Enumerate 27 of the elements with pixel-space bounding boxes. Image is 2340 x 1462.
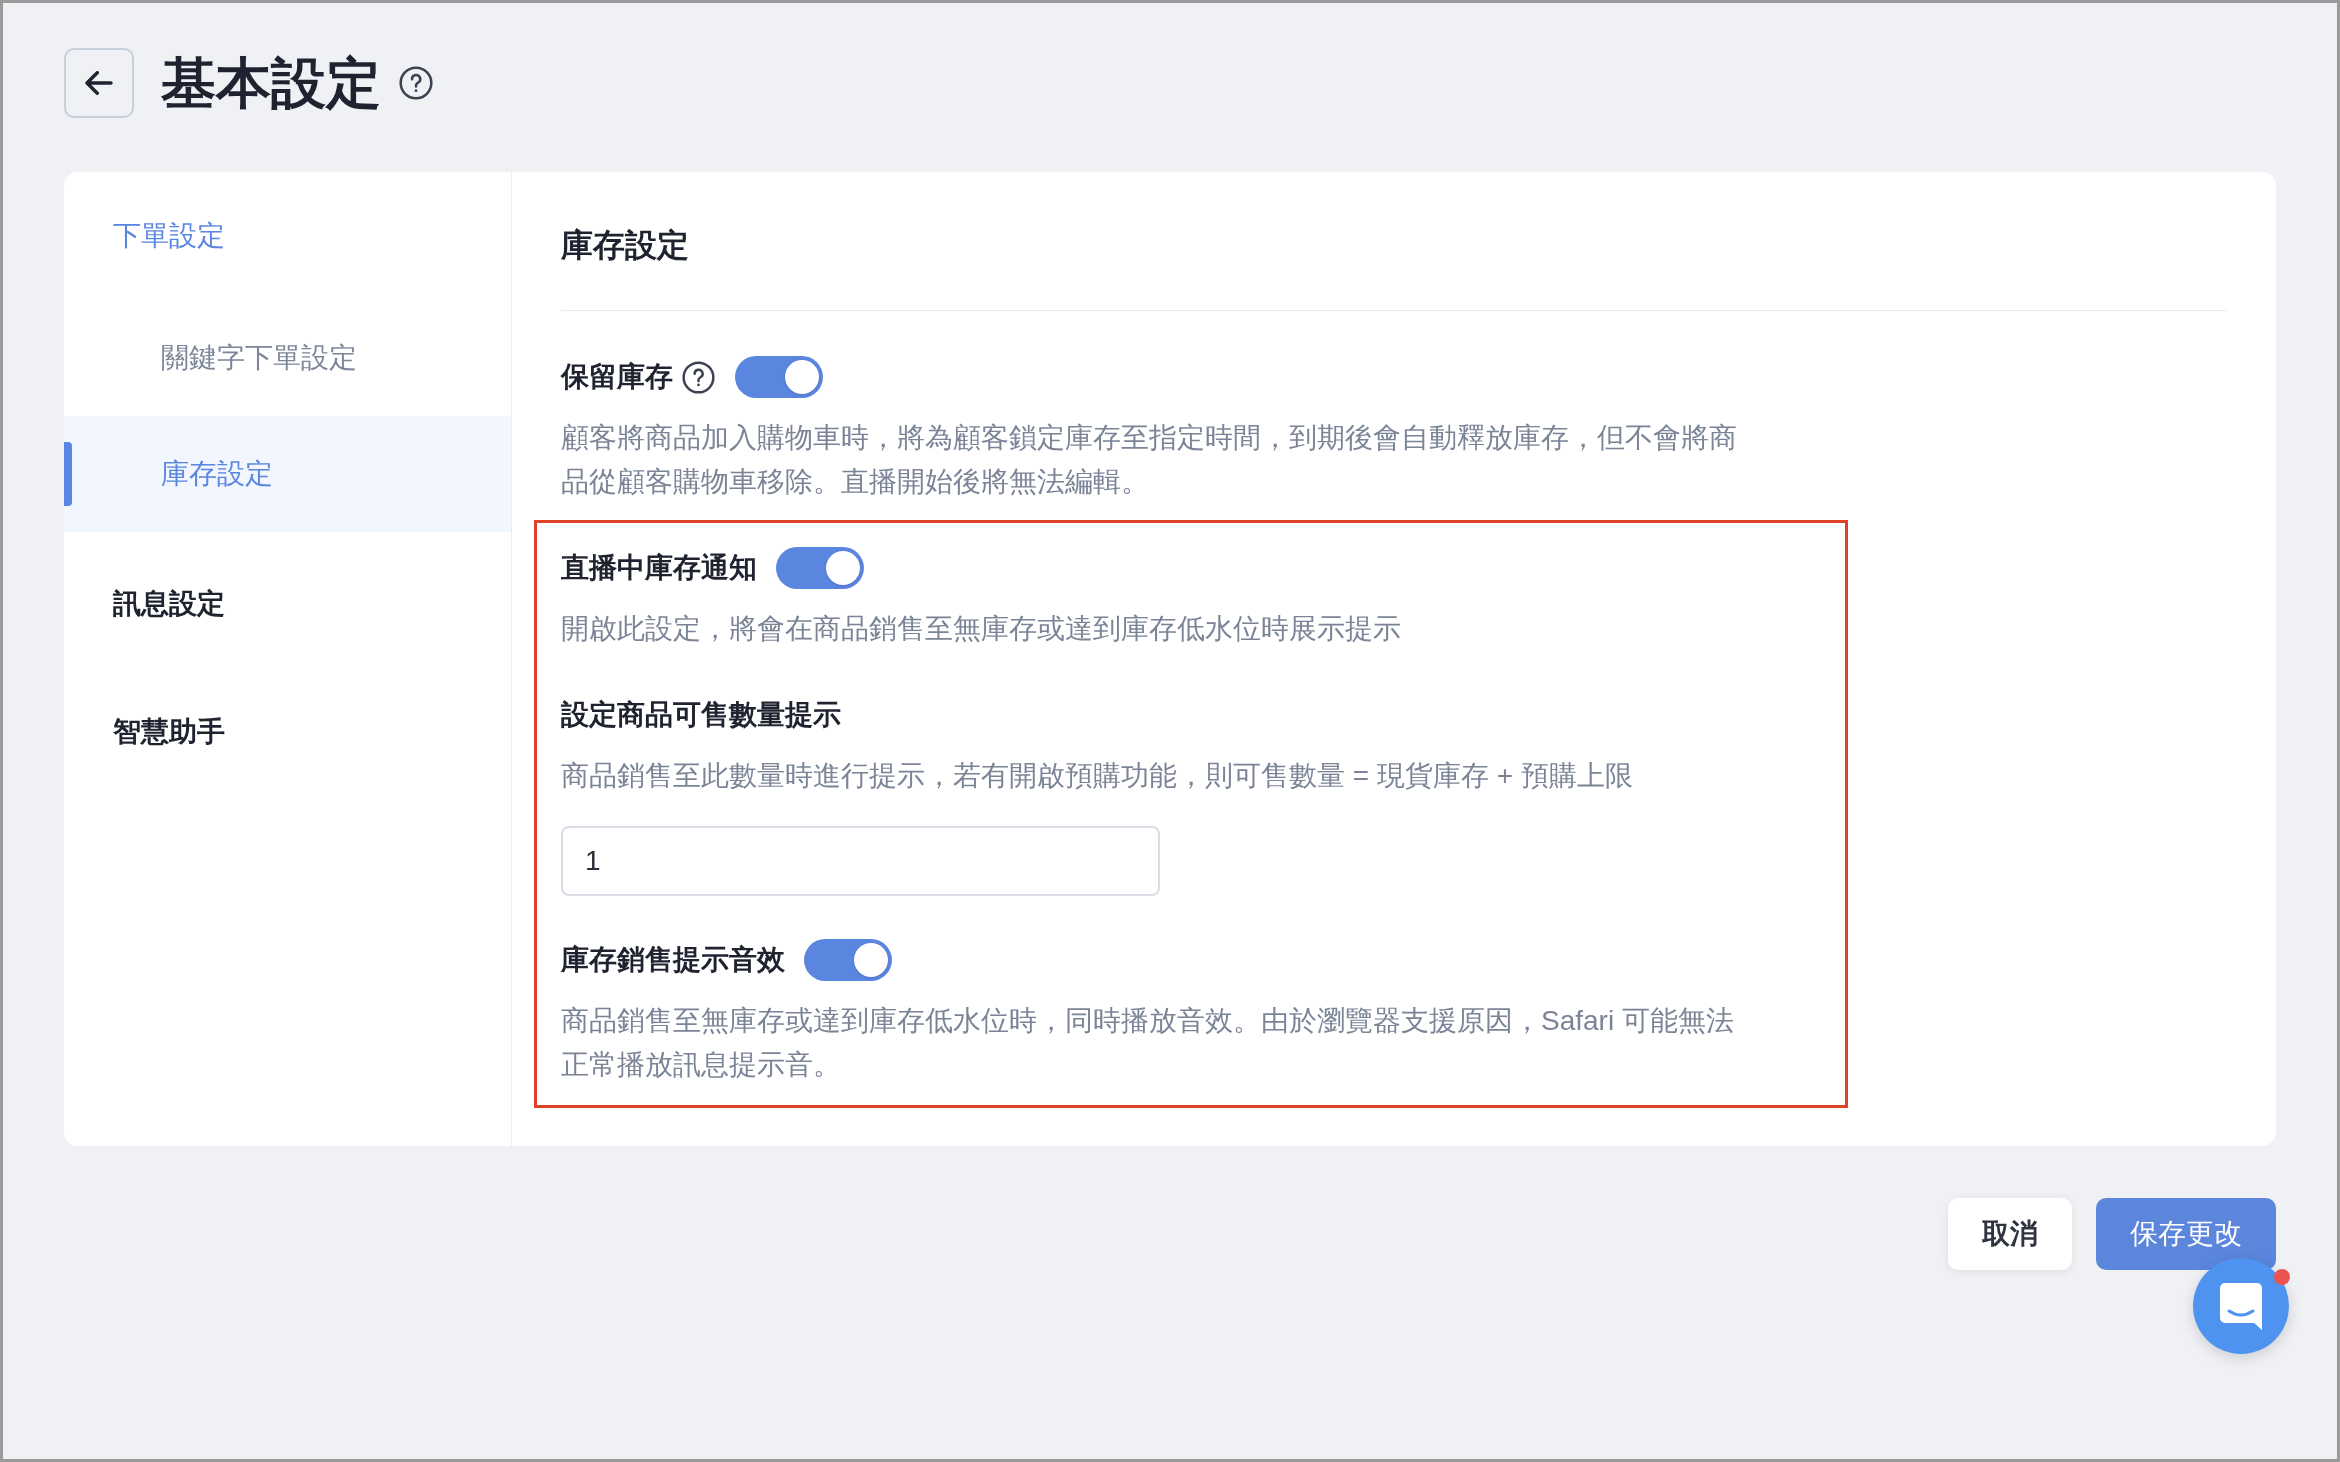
setting-description: 商品銷售至此數量時進行提示，若有開啟預購功能，則可售數量 = 現貨庫存 + 預購上限: [561, 759, 1634, 793]
setting-description: 顧客將商品加入購物車時，將為顧客鎖定庫存至指定時間，到期後會自動釋放庫存，但不會將商品從顧客購物車移除。直播開始後將無法編輯。: [561, 421, 1738, 499]
selection-bar-icon: [64, 442, 72, 506]
page-title: 基本設定: [161, 51, 381, 116]
toggle-switch[interactable]: [776, 547, 864, 589]
section-title: 庫存設定: [561, 226, 690, 265]
setting-label: 保留庫存: [561, 360, 673, 394]
sidebar-subitem[interactable]: 關鍵字下單設定: [64, 300, 511, 416]
setting-description: 開啟此設定，將會在商品銷售至無庫存或達到庫存低水位時展示提示: [561, 612, 1402, 646]
sidebar-item[interactable]: 訊息設定: [64, 540, 511, 668]
back-button[interactable]: [64, 48, 134, 118]
setting-label: 庫存銷售提示音效: [561, 943, 785, 977]
toggle-switch[interactable]: [735, 356, 823, 398]
toggle-switch[interactable]: [804, 939, 892, 981]
setting-label: 設定商品可售數量提示: [561, 698, 841, 732]
chat-button[interactable]: [2193, 1258, 2289, 1354]
sidebar-item[interactable]: 下單設定: [64, 172, 511, 300]
arrow-left-icon: [84, 71, 114, 95]
chat-bubble-icon: [2220, 1282, 2262, 1330]
help-icon[interactable]: [682, 360, 715, 394]
setting-label: 直播中庫存通知: [561, 551, 757, 585]
cancel-button[interactable]: 取消: [1948, 1198, 2072, 1270]
save-button[interactable]: 保存更改: [2096, 1198, 2276, 1270]
help-icon[interactable]: [399, 66, 433, 100]
setting-description: 商品銷售至無庫存或達到庫存低水位時，同時播放音效。由於瀏覽器支援原因，Safari 可能無法正常播放訊息提示音。: [561, 1004, 1735, 1082]
sidebar-item[interactable]: 智慧助手: [64, 668, 511, 796]
number-input[interactable]: 1: [561, 826, 1160, 896]
